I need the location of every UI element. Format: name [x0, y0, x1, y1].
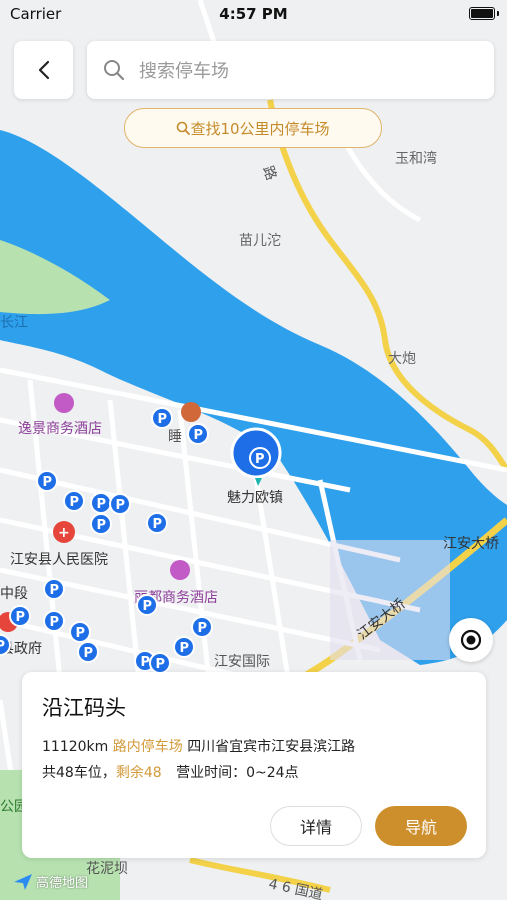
search-icon: [104, 60, 125, 81]
parking-marker[interactable]: P: [146, 512, 168, 534]
parking-marker[interactable]: P: [43, 578, 65, 600]
parking-marker[interactable]: P: [136, 594, 158, 616]
clock: 4:57 PM: [219, 5, 288, 23]
parking-marker[interactable]: P: [90, 492, 112, 514]
parking-marker[interactable]: P: [43, 610, 65, 632]
svg-text:P: P: [70, 495, 80, 510]
search-bar[interactable]: [87, 41, 494, 99]
parking-marker[interactable]: P: [63, 490, 85, 512]
back-button[interactable]: [14, 41, 73, 99]
parking-hours: 营业时间：0~24点: [176, 765, 299, 781]
label-jiangan-bridge-1: 江安大桥: [443, 536, 499, 552]
label-zhongduan: 中段: [0, 586, 28, 602]
svg-text:P: P: [153, 517, 163, 532]
svg-text:P: P: [198, 621, 208, 636]
battery-icon: [469, 7, 495, 20]
svg-text:P: P: [16, 610, 26, 625]
parking-marker[interactable]: P: [187, 423, 209, 445]
parking-marker[interactable]: P: [9, 605, 31, 627]
hotel-icon: [54, 393, 74, 413]
hotel-icon: [170, 560, 190, 580]
battery-tip: [497, 11, 499, 16]
parking-marker[interactable]: P: [151, 407, 173, 429]
parking-type: 路内停车场: [112, 739, 183, 755]
detail-button[interactable]: 详情: [270, 806, 362, 846]
svg-text:P: P: [158, 412, 168, 427]
label-hospital: 江安县人民医院: [10, 552, 108, 568]
parking-marker[interactable]: P: [36, 470, 58, 492]
parking-meta: 11120km 路内停车场 四川省宜宾市江安县滨江路: [42, 736, 355, 756]
parking-remaining: 剩余48: [115, 765, 162, 781]
landmark-icon: [181, 402, 201, 422]
chevron-left-icon: [38, 60, 49, 80]
svg-text:P: P: [156, 657, 166, 672]
svg-text:+: +: [58, 525, 70, 541]
parking-title: 沿江码头: [42, 696, 126, 720]
amap-logo-icon: [14, 873, 32, 890]
navigate-button[interactable]: 导航: [375, 806, 467, 846]
label-changjiang: 长江: [0, 315, 28, 331]
svg-text:P: P: [143, 599, 153, 614]
svg-text:P: P: [180, 641, 190, 656]
parking-marker[interactable]: P: [149, 652, 171, 674]
parking-marker[interactable]: P: [69, 621, 91, 643]
svg-text:P: P: [97, 497, 107, 512]
label-yijing-hotel: 逸景商务酒店: [18, 421, 102, 437]
label-dapao: 大炮: [388, 351, 416, 367]
label-huanieba: 花泥坝: [86, 861, 128, 877]
search-input[interactable]: [137, 55, 471, 87]
status-bar: Carrier 4:57 PM: [0, 0, 507, 30]
parking-marker[interactable]: P: [77, 641, 99, 663]
svg-text:P: P: [84, 646, 94, 661]
label-shui: 睡: [168, 429, 182, 445]
parking-marker[interactable]: P: [191, 616, 213, 638]
parking-marker[interactable]: P: [109, 493, 131, 515]
amap-logo-text: 高德地图: [36, 876, 89, 891]
svg-text:P: P: [50, 583, 60, 598]
svg-text:P: P: [116, 498, 126, 513]
svg-text:P: P: [97, 518, 107, 533]
svg-text:P: P: [255, 452, 265, 467]
svg-text:P: P: [50, 615, 60, 630]
find-nearby-label: 查找10公里内停车场: [190, 119, 330, 138]
label-jiangan-intl: 江安国际: [214, 654, 270, 670]
parking-marker[interactable]: P: [90, 513, 112, 535]
parking-distance: 11120km: [42, 739, 109, 755]
find-nearby-button[interactable]: 查找10公里内停车场: [124, 108, 382, 148]
parking-address: 四川省宜宾市江安县滨江路: [187, 739, 356, 755]
parking-marker[interactable]: P: [173, 636, 195, 658]
amap-logo: 高德地图: [14, 872, 88, 891]
svg-text:P: P: [194, 428, 204, 443]
label-miaoertuo: 苗儿沱: [239, 232, 281, 249]
search-icon: [177, 121, 191, 135]
svg-text:P: P: [43, 475, 53, 490]
parking-spots: 共48车位，: [42, 765, 116, 781]
svg-text:P: P: [76, 626, 86, 641]
parking-capacity: 共48车位，剩余48 营业时间：0~24点: [42, 762, 299, 782]
target-icon: [460, 629, 482, 651]
parking-info-card: 沿江码头 11120km 路内停车场 四川省宜宾市江安县滨江路 共48车位，剩余…: [22, 672, 486, 858]
label-meili-ouzhen: 魅力欧镇: [227, 490, 283, 506]
svg-text:P: P: [0, 639, 5, 654]
svg-text:P: P: [141, 655, 151, 670]
label-yuhewan: 玉和湾: [395, 150, 437, 167]
locate-button[interactable]: [449, 618, 493, 662]
